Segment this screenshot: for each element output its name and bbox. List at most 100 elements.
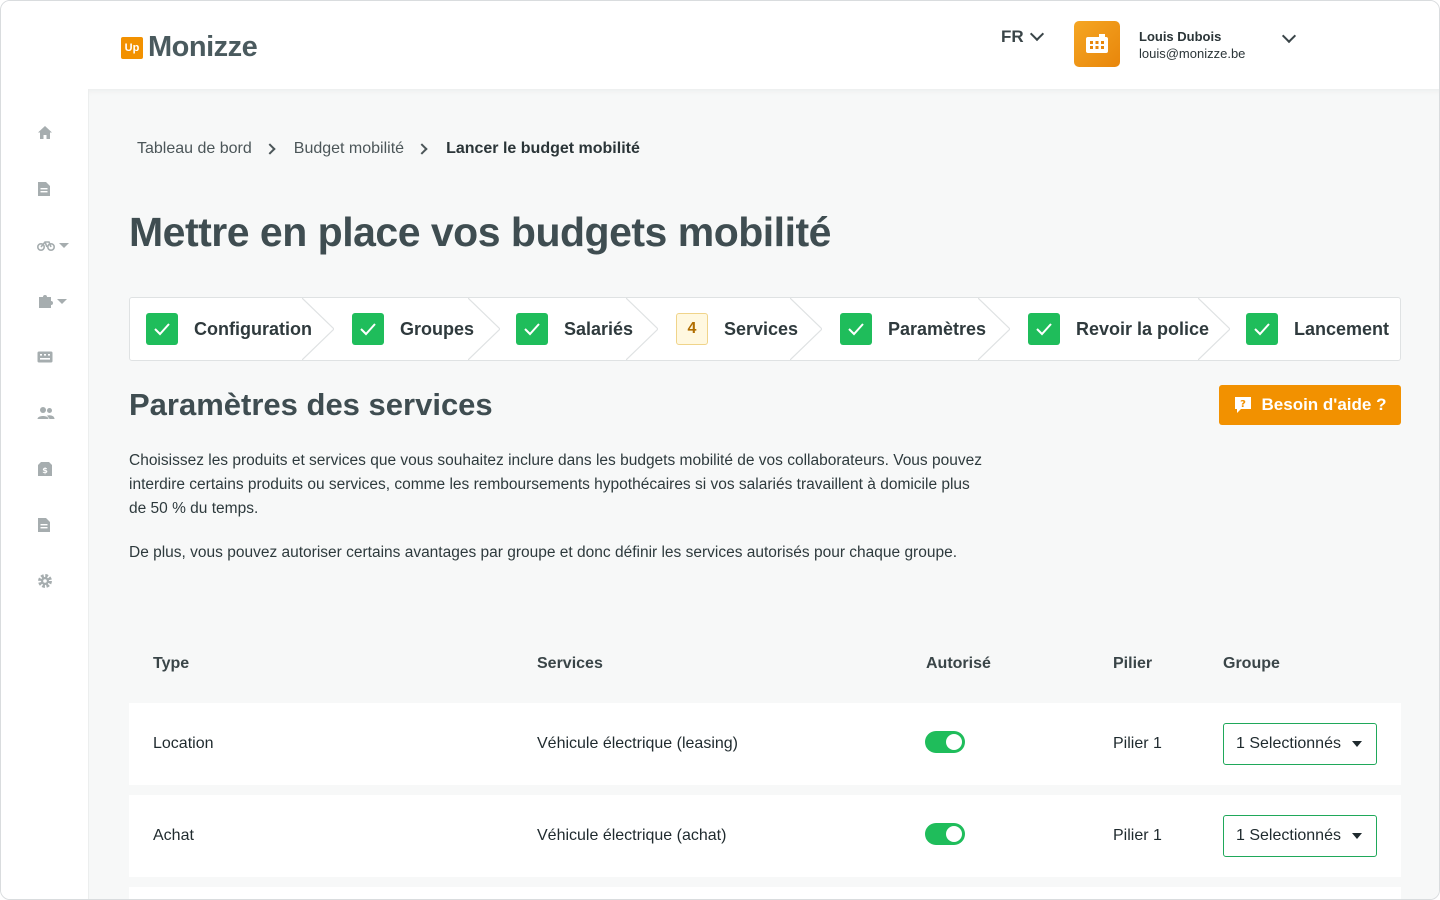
description-paragraph-1: Choisissez les produits et services que … bbox=[129, 452, 982, 517]
sidebar-item-home[interactable] bbox=[37, 123, 77, 143]
caret-down-icon bbox=[57, 298, 67, 304]
step-divider bbox=[302, 298, 334, 360]
building-icon bbox=[1086, 34, 1108, 53]
sidebar-item-extensions[interactable] bbox=[37, 291, 77, 311]
sidebar-item-documents[interactable] bbox=[37, 179, 77, 199]
step-parametres[interactable]: Paramètres bbox=[840, 298, 986, 360]
caret-down-icon bbox=[1352, 741, 1362, 747]
chevron-down-icon bbox=[1029, 26, 1044, 42]
gear-icon bbox=[38, 574, 52, 588]
chevron-down-icon bbox=[1281, 28, 1297, 44]
group-select-value: 1 Selectionnés bbox=[1236, 827, 1341, 844]
language-selector[interactable]: FR bbox=[1001, 26, 1044, 47]
table-header: Type Services Autorisé Pilier Groupe bbox=[129, 655, 1401, 681]
puzzle-icon bbox=[39, 295, 53, 308]
step-number-badge: 4 bbox=[676, 313, 708, 345]
svg-text:?: ? bbox=[1240, 399, 1246, 410]
step-lancement[interactable]: Lancement bbox=[1246, 298, 1389, 360]
column-header-services[interactable]: Services bbox=[537, 655, 603, 673]
step-label: Configuration bbox=[194, 318, 312, 339]
step-divider bbox=[626, 298, 658, 360]
bike-icon bbox=[37, 241, 55, 251]
user-name: Louis Dubois bbox=[1139, 29, 1222, 44]
app-window: Up Monizze FR Louis Dubois louis@monizze… bbox=[0, 0, 1440, 900]
step-label: Paramètres bbox=[888, 318, 987, 339]
main-content: Tableau de bord Budget mobilité Lancer l… bbox=[89, 89, 1439, 899]
cell-type: Achat bbox=[153, 827, 194, 844]
breadcrumb-dashboard[interactable]: Tableau de bord bbox=[137, 140, 252, 158]
chevron-right-icon bbox=[264, 143, 276, 155]
page-title: Mettre en place vos budgets mobilité bbox=[129, 209, 831, 255]
document-icon bbox=[38, 182, 50, 196]
logo-text: Monizze bbox=[148, 31, 258, 63]
step-divider bbox=[790, 298, 822, 360]
cell-pillar: Pilier 1 bbox=[1113, 827, 1162, 844]
svg-text:$: $ bbox=[42, 466, 48, 475]
sidebar-item-employees[interactable] bbox=[37, 403, 77, 423]
file-icon bbox=[38, 518, 50, 532]
check-icon bbox=[516, 313, 548, 345]
sidebar-item-cards[interactable] bbox=[37, 347, 77, 367]
users-icon bbox=[37, 407, 55, 419]
sidebar-item-mobility[interactable] bbox=[37, 235, 77, 255]
home-icon bbox=[38, 126, 52, 139]
step-label: Salariés bbox=[564, 318, 634, 339]
user-info[interactable]: Louis Dubois louis@monizze.be bbox=[1139, 29, 1245, 61]
cell-pillar: Pilier 1 bbox=[1113, 735, 1162, 752]
help-chat-icon: ? bbox=[1234, 397, 1251, 413]
step-salaries[interactable]: Salariés bbox=[516, 298, 633, 360]
breadcrumb: Tableau de bord Budget mobilité Lancer l… bbox=[137, 140, 640, 158]
authorized-toggle[interactable] bbox=[925, 823, 965, 845]
step-divider bbox=[978, 298, 1010, 360]
check-icon bbox=[1246, 313, 1278, 345]
cell-service: Véhicule électrique (achat) bbox=[537, 827, 727, 844]
check-icon bbox=[1028, 313, 1060, 345]
chevron-right-icon bbox=[416, 143, 428, 155]
money-icon: $ bbox=[38, 462, 52, 476]
top-bar: Up Monizze FR Louis Dubois louis@monizze… bbox=[1, 1, 1439, 89]
table-row: Location Véhicule électrique (leasing) P… bbox=[129, 703, 1401, 785]
step-label: Lancement bbox=[1294, 318, 1390, 339]
step-revoir-la-police[interactable]: Revoir la police bbox=[1028, 298, 1209, 360]
language-label: FR bbox=[1001, 27, 1024, 46]
cell-type: Location bbox=[153, 735, 214, 752]
breadcrumb-current: Lancer le budget mobilité bbox=[446, 140, 640, 157]
table-row: Achat Véhicule électrique (achat) Pilier… bbox=[129, 795, 1401, 877]
cell-service: Véhicule électrique (leasing) bbox=[537, 735, 738, 752]
sidebar-item-reports[interactable] bbox=[37, 515, 77, 535]
caret-down-icon bbox=[59, 242, 69, 248]
user-menu-toggle[interactable] bbox=[1281, 28, 1297, 44]
breadcrumb-mobility-budget[interactable]: Budget mobilité bbox=[294, 140, 404, 158]
sidebar-item-settings[interactable] bbox=[37, 571, 77, 591]
keyboard-icon bbox=[37, 351, 53, 363]
group-select-value: 1 Selectionnés bbox=[1236, 735, 1341, 752]
column-header-pillar[interactable]: Pilier bbox=[1113, 655, 1152, 673]
column-header-type[interactable]: Type bbox=[153, 655, 189, 673]
user-email: louis@monizze.be bbox=[1139, 46, 1246, 61]
group-select[interactable]: 1 Selectionnés bbox=[1223, 815, 1377, 857]
check-icon bbox=[352, 313, 384, 345]
step-label: Services bbox=[724, 318, 799, 339]
company-avatar[interactable] bbox=[1074, 21, 1120, 67]
stepper: Configuration Groupes Salariés 4 Service… bbox=[129, 297, 1401, 361]
logo-badge: Up bbox=[121, 36, 143, 59]
step-divider bbox=[468, 298, 500, 360]
caret-down-icon bbox=[1352, 833, 1362, 839]
group-select[interactable]: 1 Selectionnés bbox=[1223, 723, 1377, 765]
authorized-toggle[interactable] bbox=[925, 731, 965, 753]
help-button[interactable]: ? Besoin d'aide ? bbox=[1219, 385, 1401, 425]
step-configuration[interactable]: Configuration bbox=[146, 298, 312, 360]
column-header-authorized[interactable]: Autorisé bbox=[926, 655, 991, 673]
section-title: Paramètres des services bbox=[129, 387, 493, 422]
step-divider bbox=[1198, 298, 1230, 360]
step-groupes[interactable]: Groupes bbox=[352, 298, 474, 360]
sidebar: $ bbox=[1, 89, 89, 899]
step-services[interactable]: 4 Services bbox=[676, 298, 798, 360]
monizze-logo[interactable]: Up Monizze bbox=[121, 31, 258, 64]
column-header-group[interactable]: Groupe bbox=[1223, 655, 1280, 673]
check-icon bbox=[840, 313, 872, 345]
description-paragraph-2: De plus, vous pouvez autoriser certains … bbox=[129, 544, 958, 561]
table-row bbox=[129, 887, 1401, 899]
sidebar-item-payments[interactable]: $ bbox=[37, 459, 77, 479]
help-button-label: Besoin d'aide ? bbox=[1261, 395, 1387, 414]
